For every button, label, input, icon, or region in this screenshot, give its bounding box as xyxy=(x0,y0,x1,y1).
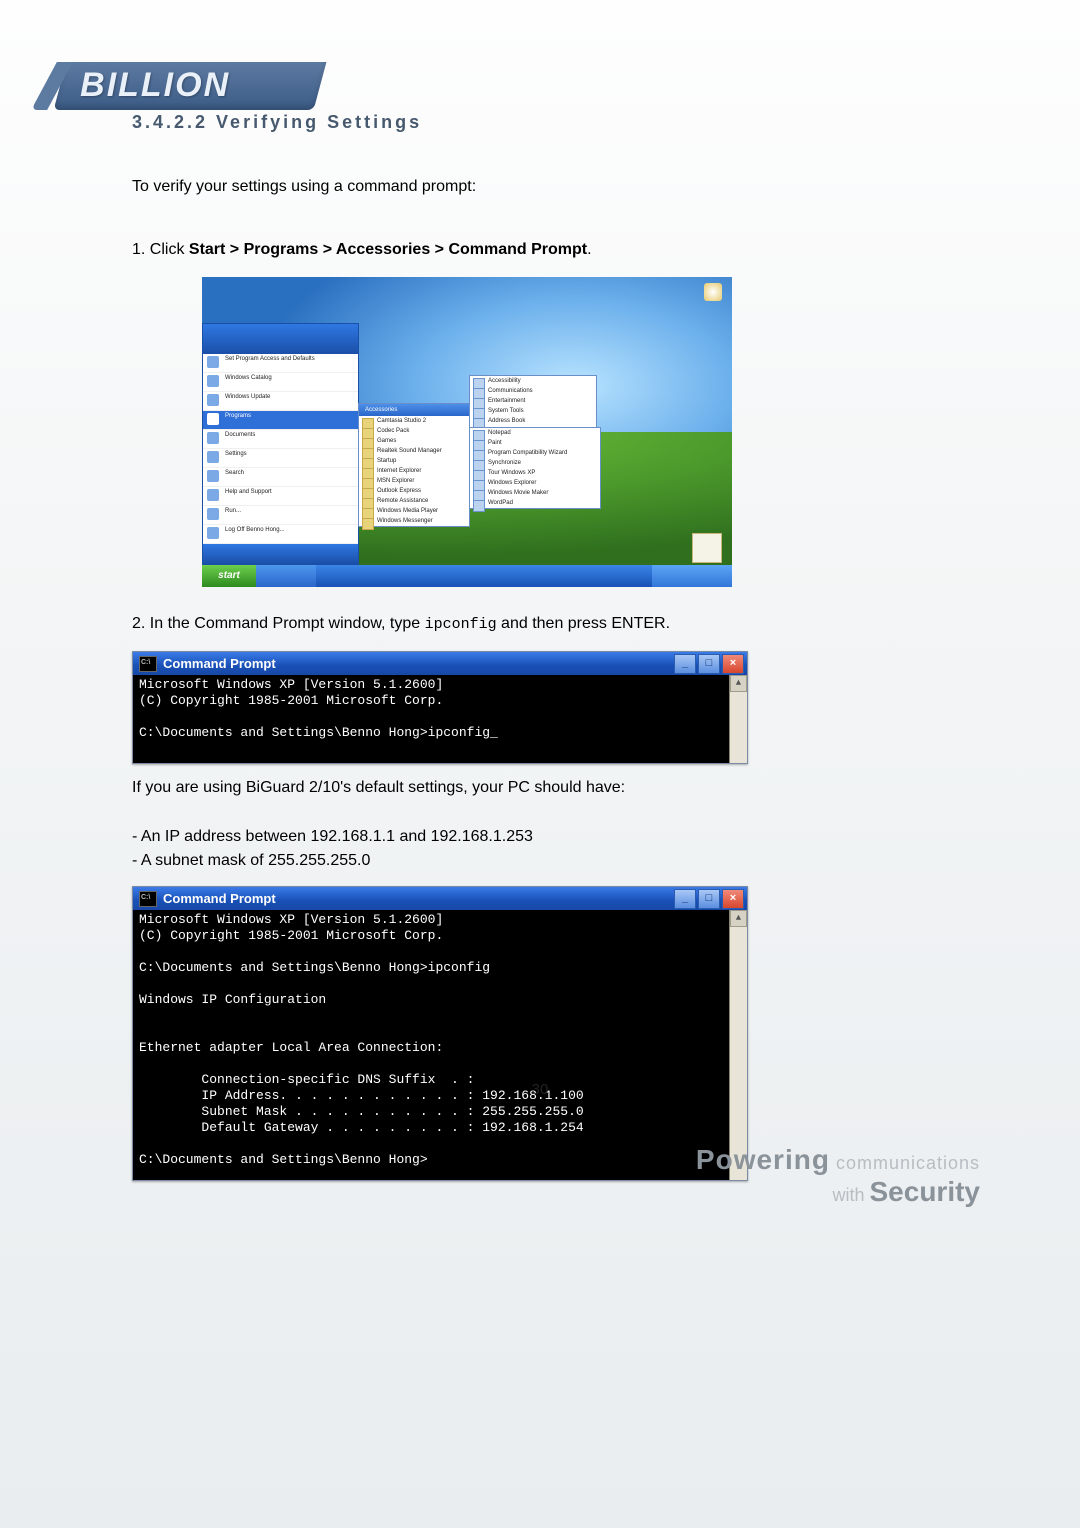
submenu-item[interactable]: Tour Windows XP xyxy=(470,468,600,478)
submenu-item[interactable]: WordPad xyxy=(470,498,600,508)
submenu-item[interactable]: Codec Pack xyxy=(359,426,469,436)
start-menu-header xyxy=(203,324,358,354)
start-item[interactable]: Search xyxy=(203,468,358,487)
submenu-item[interactable]: Program Compatibility Wizard xyxy=(470,448,600,458)
footer-tagline: Powering communications with Security xyxy=(696,1144,980,1208)
intro-text: To verify your settings using a command … xyxy=(132,175,892,199)
quick-launch[interactable] xyxy=(256,565,316,587)
bullet-mask: A subnet mask of 255.255.255.0 xyxy=(132,852,892,870)
submenu-item[interactable]: Windows Movie Maker xyxy=(470,488,600,498)
step-1-path: Start > Programs > Accessories > Command… xyxy=(189,241,587,258)
step-1: 1. Click Start > Programs > Accessories … xyxy=(132,241,892,259)
page: BILLION 3.4.2.2 Verifying Settings To ve… xyxy=(0,0,1080,1528)
programs-submenu: Accessories Camtasia Studio 2 Codec Pack… xyxy=(358,403,470,527)
content: 3.4.2.2 Verifying Settings To verify you… xyxy=(132,112,892,1193)
submenu-item[interactable]: Games xyxy=(359,436,469,446)
submenu-item[interactable]: Accessibility xyxy=(470,376,596,386)
scrollbar[interactable]: ▲ xyxy=(729,675,747,763)
scroll-up-icon[interactable]: ▲ xyxy=(730,675,747,692)
after-cmd1-text: If you are using BiGuard 2/10's default … xyxy=(132,776,892,800)
submenu-item[interactable]: Notepad xyxy=(470,428,600,438)
cmd-titlebar: Command Prompt _ □ × xyxy=(133,652,747,675)
submenu-item[interactable]: Address Book xyxy=(470,416,596,426)
page-number: 30 xyxy=(0,1081,1080,1098)
submenu-item[interactable]: Internet Explorer xyxy=(359,466,469,476)
start-item[interactable]: Run... xyxy=(203,506,358,525)
submenu-item[interactable]: Paint xyxy=(470,438,600,448)
recycle-bin-icon xyxy=(704,283,722,301)
screenshot-cmd-2: Command Prompt _ □ × Microsoft Windows X… xyxy=(132,886,748,1181)
submenu-item[interactable]: Camtasia Studio 2 xyxy=(359,416,469,426)
cmd-title: Command Prompt xyxy=(163,656,674,671)
desktop-shortcut-icon xyxy=(692,533,722,563)
cmd-body-2: Microsoft Windows XP [Version 5.1.2600] … xyxy=(133,910,747,1180)
screenshot-cmd-1: Command Prompt _ □ × Microsoft Windows X… xyxy=(132,651,748,764)
taskbar: start xyxy=(202,565,732,587)
submenu-item-accessories[interactable]: Accessories xyxy=(359,404,469,416)
submenu-item[interactable]: Remote Assistance xyxy=(359,496,469,506)
step-2: 2. In the Command Prompt window, type ip… xyxy=(132,615,892,633)
minimize-button[interactable]: _ xyxy=(674,889,696,909)
bullet-list: An IP address between 192.168.1.1 and 19… xyxy=(132,828,892,870)
submenu-item[interactable]: Synchronize xyxy=(470,458,600,468)
submenu-item[interactable]: Outlook Express xyxy=(359,486,469,496)
start-menu-footer xyxy=(203,544,358,564)
start-item[interactable]: Set Program Access and Defaults xyxy=(203,354,358,373)
system-tray[interactable] xyxy=(652,565,732,587)
cmd-title: Command Prompt xyxy=(163,891,674,906)
bullet-ip: An IP address between 192.168.1.1 and 19… xyxy=(132,828,892,846)
start-item[interactable]: Windows Update xyxy=(203,392,358,411)
start-item-programs[interactable]: Programs xyxy=(203,411,358,430)
start-item[interactable]: Help and Support xyxy=(203,487,358,506)
submenu-item[interactable]: Entertainment xyxy=(470,396,596,406)
submenu-item[interactable]: System Tools xyxy=(470,406,596,416)
submenu-item[interactable]: Windows Messenger xyxy=(359,516,469,526)
start-item[interactable]: Settings xyxy=(203,449,358,468)
cmd-icon xyxy=(139,656,157,672)
minimize-button[interactable]: _ xyxy=(674,654,696,674)
start-menu-left-col: Set Program Access and Defaults Windows … xyxy=(203,354,358,544)
cmd-body-1: Microsoft Windows XP [Version 5.1.2600] … xyxy=(133,675,747,763)
start-button[interactable]: start xyxy=(202,565,256,587)
cmd-titlebar: Command Prompt _ □ × xyxy=(133,887,747,910)
start-item[interactable]: Log Off Benno Hong... xyxy=(203,525,358,544)
step-2-code: ipconfig xyxy=(425,616,497,633)
accessories-submenu-2: Notepad Paint Program Compatibility Wiza… xyxy=(469,427,601,509)
submenu-item[interactable]: MSN Explorer xyxy=(359,476,469,486)
submenu-item[interactable]: Communications xyxy=(470,386,596,396)
close-button[interactable]: × xyxy=(722,654,744,674)
submenu-item[interactable]: Windows Explorer xyxy=(470,478,600,488)
submenu-item[interactable]: Windows Media Player xyxy=(359,506,469,516)
scroll-up-icon[interactable]: ▲ xyxy=(730,910,747,927)
screenshot-start-menu: Set Program Access and Defaults Windows … xyxy=(202,277,732,587)
brand-logo: BILLION xyxy=(54,62,327,110)
brand-logo-text: BILLION xyxy=(60,62,250,109)
start-menu-panel: Set Program Access and Defaults Windows … xyxy=(202,323,359,565)
scrollbar[interactable]: ▲ xyxy=(729,910,747,1180)
start-item[interactable]: Documents xyxy=(203,430,358,449)
maximize-button[interactable]: □ xyxy=(698,889,720,909)
submenu-item[interactable]: Realtek Sound Manager xyxy=(359,446,469,456)
cmd-icon xyxy=(139,891,157,907)
section-heading: 3.4.2.2 Verifying Settings xyxy=(132,112,892,133)
submenu-item[interactable]: Startup xyxy=(359,456,469,466)
maximize-button[interactable]: □ xyxy=(698,654,720,674)
start-item[interactable]: Windows Catalog xyxy=(203,373,358,392)
close-button[interactable]: × xyxy=(722,889,744,909)
